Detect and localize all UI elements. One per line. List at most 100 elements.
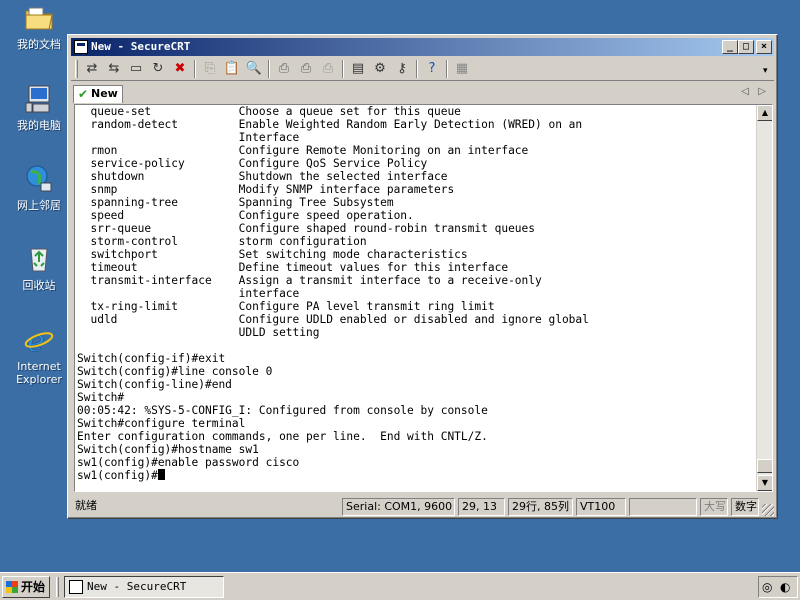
internet-explorer-icon: e	[23, 324, 55, 359]
toolbar-separator	[342, 60, 344, 78]
find-icon[interactable]: 🔍	[244, 60, 264, 78]
toolbar-separator	[268, 60, 270, 78]
folder-icon	[23, 2, 55, 34]
app-icon	[69, 580, 83, 594]
terminal-line: speed Configure speed operation.	[77, 209, 414, 222]
paste-icon[interactable]: 📋	[222, 60, 242, 78]
print-setup-icon[interactable]: ⎙	[318, 60, 338, 78]
taskbar-item-label: New - SecureCRT	[87, 580, 187, 593]
tab-prev-icon[interactable]: ◁	[741, 86, 749, 97]
terminal-line: Switch#configure terminal	[77, 417, 246, 430]
keymap-icon[interactable]: ⚷	[392, 60, 412, 78]
network-globe-icon	[23, 163, 55, 195]
close-button[interactable]: ×	[756, 40, 772, 54]
toolbar-grip[interactable]	[75, 60, 78, 78]
terminal-line: 00:05:42: %SYS-5-CONFIG_I: Configured fr…	[77, 404, 488, 417]
terminal-line: UDLD setting	[77, 326, 320, 339]
toolbar-overflow-icon[interactable]: ▾	[763, 65, 771, 77]
status-terminal-size: 29行, 85列	[508, 498, 573, 516]
terminal-line: Switch(config-if)#exit	[77, 352, 226, 365]
status-blank	[629, 498, 697, 516]
print-selection-icon[interactable]: ⎙	[296, 60, 316, 78]
scroll-up-icon[interactable]: ▲	[757, 105, 772, 121]
terminal-line: Switch(config)#hostname sw1	[77, 443, 259, 456]
terminal-line: transmit-interface Assign a transmit int…	[77, 274, 542, 287]
window-titlebar[interactable]: New - SecureCRT _ □ ×	[71, 38, 774, 56]
terminal-line: sw1(config)#enable password cisco	[77, 456, 300, 469]
window-controls: _ □ ×	[722, 40, 772, 54]
terminal-line: udld Configure UDLD enabled or disabled …	[77, 313, 589, 326]
terminal-line: queue-set Choose a queue set for this qu…	[77, 105, 461, 118]
resize-grip[interactable]	[762, 504, 774, 516]
computer-icon	[23, 83, 55, 115]
disconnect-icon[interactable]: ✖	[170, 60, 190, 78]
tab-next-icon[interactable]: ▷	[758, 86, 766, 97]
scroll-down-icon[interactable]: ▼	[757, 475, 772, 491]
tab-new-session[interactable]: ✔ New	[73, 85, 123, 103]
terminal-line: rmon Configure Remote Monitoring on an i…	[77, 144, 529, 157]
help-icon[interactable]: ?	[422, 60, 442, 78]
tab-bar: ✔ New ◁ ▷	[71, 83, 774, 103]
minimize-button[interactable]: _	[722, 40, 738, 54]
session-options-icon[interactable]: ▤	[348, 60, 368, 78]
sftp-icon[interactable]: ▦	[452, 60, 472, 78]
vertical-scrollbar[interactable]: ▲ ▼	[756, 105, 772, 491]
terminal-line: Switch(config)#line console 0	[77, 365, 273, 378]
terminal-line: Interface	[77, 131, 300, 144]
maximize-button[interactable]: □	[738, 40, 754, 54]
connect-icon[interactable]: ⇄	[82, 60, 102, 78]
terminal-line: Enter configuration commands, one per li…	[77, 430, 488, 443]
start-label: 开始	[21, 580, 46, 594]
connected-check-icon: ✔	[78, 87, 89, 101]
scrollbar-thumb[interactable]	[757, 459, 772, 473]
toolbar-separator	[194, 60, 196, 78]
copy-icon[interactable]: ⎘	[200, 60, 220, 78]
desktop-icon-label: Internet Explorer	[16, 360, 62, 386]
desktop-icon-recycle-bin[interactable]: 回收站	[6, 243, 72, 292]
desktop-icon-my-computer[interactable]: 我的电脑	[6, 83, 72, 132]
terminal-line: spanning-tree Spanning Tree Subsystem	[77, 196, 394, 209]
reconnect-icon[interactable]: ↻	[148, 60, 168, 78]
taskbar-grip	[56, 577, 59, 597]
global-options-icon[interactable]: ⚙	[370, 60, 390, 78]
terminal-line: tx-ring-limit Configure PA level transmi…	[77, 300, 495, 313]
status-emulation: VT100	[576, 498, 626, 516]
window-title: New - SecureCRT	[91, 40, 191, 53]
desktop-icon-label: 我的电脑	[17, 119, 61, 132]
terminal-line: service-policy Configure QoS Service Pol…	[77, 157, 428, 170]
terminal-line: Switch#	[77, 391, 125, 404]
desktop-icon-internet-explorer[interactable]: e Internet Explorer	[6, 324, 72, 386]
desktop-icon-label: 回收站	[22, 279, 56, 292]
tab-label: New	[91, 87, 118, 100]
terminal-output: queue-set Choose a queue set for this qu…	[77, 105, 757, 482]
status-connection: Serial: COM1, 9600	[342, 498, 455, 516]
status-ready: 就绪	[75, 499, 97, 512]
taskbar-item-securecrt[interactable]: New - SecureCRT	[64, 576, 224, 598]
terminal-line: storm-control storm configuration	[77, 235, 367, 248]
system-tray: ◎ ◐	[758, 576, 798, 598]
terminal-line: snmp Modify SNMP interface parameters	[77, 183, 455, 196]
desktop-icon-my-documents[interactable]: 我的文档	[6, 2, 72, 51]
print-icon[interactable]: ⎙	[274, 60, 294, 78]
terminal-prompt: sw1(config)#	[77, 469, 158, 482]
start-button[interactable]: 开始	[2, 576, 50, 598]
status-num-lock: 数字	[731, 498, 759, 516]
tray-volume-icon[interactable]: ◐	[780, 580, 790, 594]
connect-in-tab-icon[interactable]: ▭	[126, 60, 146, 78]
desktop-icon-label: 网上邻居	[17, 199, 61, 212]
terminal-line: random-detect Enable Weighted Random Ear…	[77, 118, 583, 131]
toolbar-separator	[416, 60, 418, 78]
terminal-line: timeout Define timeout values for this i…	[77, 261, 509, 274]
securecrt-window: New - SecureCRT _ □ × ⇄ ⇆ ▭ ↻ ✖ ⎘ 📋 🔍 ⎙ …	[67, 34, 778, 519]
terminal-pane[interactable]: queue-set Choose a queue set for this qu…	[74, 104, 773, 492]
tray-network-icon[interactable]: ◎	[762, 580, 772, 594]
windows-logo-icon	[6, 581, 18, 593]
terminal-line: Switch(config-line)#end	[77, 378, 232, 391]
taskbar: 开始 New - SecureCRT ◎ ◐	[0, 572, 800, 600]
quick-connect-icon[interactable]: ⇆	[104, 60, 124, 78]
terminal-line: shutdown Shutdown the selected interface	[77, 170, 448, 183]
status-bar: 就绪 Serial: COM1, 9600 29, 13 29行, 85列 VT…	[71, 496, 774, 516]
toolbar: ⇄ ⇆ ▭ ↻ ✖ ⎘ 📋 🔍 ⎙ ⎙ ⎙ ▤ ⚙ ⚷ ? ▦ ▾	[71, 57, 774, 81]
desktop-icon-network[interactable]: 网上邻居	[6, 163, 72, 212]
